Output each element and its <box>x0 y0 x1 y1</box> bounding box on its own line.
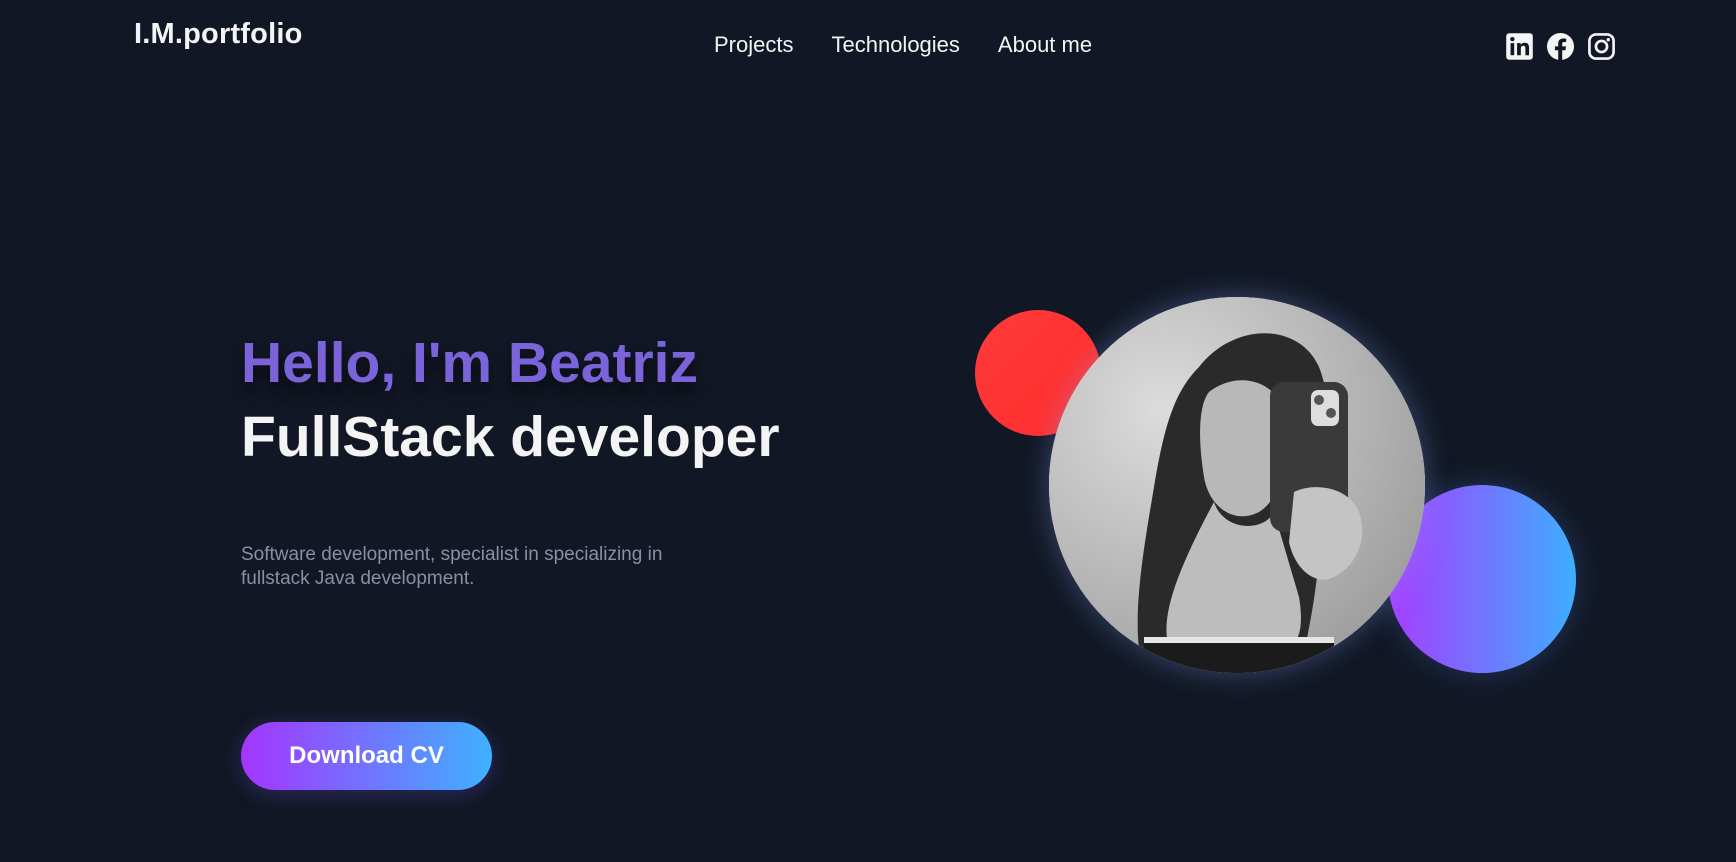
social-links <box>1505 32 1616 61</box>
site-logo[interactable]: I.M.portfolio <box>134 18 303 51</box>
nav-projects[interactable]: Projects <box>714 32 793 58</box>
instagram-icon[interactable] <box>1587 32 1616 61</box>
hero-description: Software development, specialist in spec… <box>241 544 663 589</box>
hero-role: FullStack developer <box>241 405 780 469</box>
download-cv-button[interactable]: Download CV <box>241 722 492 790</box>
linkedin-icon[interactable] <box>1505 32 1534 61</box>
main-nav: Projects Technologies About me <box>714 32 1092 58</box>
nav-technologies[interactable]: Technologies <box>831 32 959 58</box>
profile-photo-illustration <box>1049 297 1425 673</box>
nav-about-me[interactable]: About me <box>998 32 1092 58</box>
hero-greeting: Hello, I'm Beatriz <box>241 331 699 395</box>
facebook-icon[interactable] <box>1546 32 1575 61</box>
profile-photo <box>1049 297 1425 673</box>
portfolio-page: I.M.portfolio Projects Technologies Abou… <box>0 0 1736 862</box>
